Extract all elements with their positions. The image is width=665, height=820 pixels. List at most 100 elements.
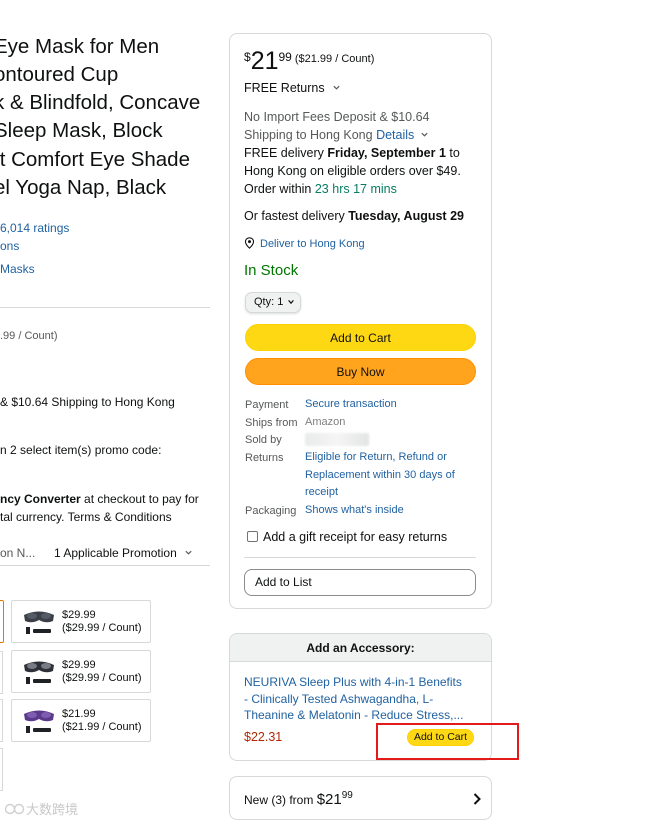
promo-cut-text: on N... [0,546,36,560]
highlight-box [376,723,519,760]
quantity-select[interactable]: Qty: 1 [245,292,301,313]
fastest-delivery-line: Or fastest delivery Tuesday, August 29 [244,207,464,225]
order-within-line: Order within 23 hrs 17 mins [244,180,397,198]
free-returns-link[interactable]: FREE Returns [244,79,341,97]
watermark-text: 大数跨境 [26,802,79,817]
delivery-date: Friday, September 1 [327,146,446,160]
new-offers-text: New (3) from $2199 [244,790,353,808]
buybox-price: $2199 ($21.99 / Count) [244,47,374,75]
ships-from-value: Amazon [305,416,346,428]
variant-option[interactable] [0,651,3,694]
delivery-line: FREE delivery Friday, September 1 to [244,144,460,162]
variant-option[interactable]: $21.99 ($21.99 / Count) [11,699,151,742]
chevron-down-icon [288,300,294,305]
currency-converter-text: ncy Converter at checkout to pay for [0,490,199,508]
shipping-text: & $10.64 Shipping to Hong Kong [0,395,175,409]
delivery-prefix: FREE delivery [244,146,328,160]
ratings-link[interactable]: 6,014 ratings [0,221,69,235]
shipping-line: Shipping to Hong Kong Details [244,126,429,144]
chevron-right-icon[interactable] [472,792,482,806]
sold-by-label: Sold by [245,434,282,446]
returns-label: Returns [245,452,284,464]
chevron-down-icon [185,550,192,555]
import-fees-text: No Import Fees Deposit & $10.64 [244,110,430,124]
details-link[interactable]: Details [376,128,414,142]
divider [244,557,476,558]
answered-questions-link[interactable]: ons [0,239,19,253]
applicable-promotion-label: 1 Applicable Promotion [54,546,177,560]
shipping-to-text: Shipping to Hong Kong [244,128,373,142]
secure-transaction-link[interactable]: Secure transaction [305,396,397,414]
accessory-product-link[interactable]: NEURIVA Sleep Plus with 4-in-1 Benefits … [244,674,463,724]
watermark-logo-icon [4,803,25,815]
accessory-name-line: - Clinically Tested Ashwagandha, L- [244,691,434,706]
currency-converter-rest: at checkout to pay for [80,492,199,506]
eye-mask-image [24,611,54,634]
divider [0,565,210,566]
location-pin-icon [244,237,255,249]
variant-unit-price: ($29.99 / Count) [62,622,142,634]
title-line: Eye Mask for Men [0,35,160,58]
add-to-cart-button[interactable]: Add to Cart [245,324,476,351]
title-line: el Yoga Nap, Black [0,176,167,199]
currency-converter-bold: ncy Converter [0,492,81,506]
divider [0,307,210,308]
price-whole: 21 [250,47,279,75]
title-line: k & Blindfold, Concave [0,91,201,114]
applicable-promotion-link[interactable]: 1 Applicable Promotion [54,544,193,562]
delivery-suffix: to [445,146,460,160]
category-link[interactable]: Masks [0,262,35,276]
eye-mask-image [24,710,54,733]
variant-price-value: $21.99 [62,708,96,720]
gift-receipt-label[interactable]: Add a gift receipt for easy returns [263,528,447,546]
payment-label: Payment [245,399,289,411]
price-fraction: 99 [278,50,292,64]
packaging-link[interactable]: Shows what's inside [305,502,404,520]
deliver-to-label: Deliver to Hong Kong [260,238,365,250]
new-offers-price-fraction: 99 [341,790,353,801]
variant-unit-price: ($29.99 / Count) [62,672,142,684]
price-symbol: $ [244,50,251,64]
variant-option[interactable]: $29.99 ($29.99 / Count) [11,650,151,693]
selected-variant-option[interactable] [0,600,4,643]
unit-price-text: .99 / Count) [0,330,58,342]
returns-policy-link[interactable]: Eligible for Return, Refund or Replaceme… [305,449,455,502]
countdown-text: 23 hrs 17 mins [314,182,397,196]
accessory-heading: Add an Accessory: [230,634,491,662]
variant-option[interactable]: $29.99 ($29.99 / Count) [11,600,151,643]
accessory-price: $22.31 [244,730,283,744]
variant-option[interactable] [0,748,3,791]
variant-price-value: $29.99 [62,609,96,621]
title-line: ontoured Cup [0,63,119,86]
returns-line: Eligible for Return, Refund or [305,451,447,463]
chevron-down-icon [333,85,340,90]
watermark: 大数跨境 [4,799,78,818]
deliver-to-link[interactable]: Deliver to Hong Kong [244,235,365,253]
packaging-label: Packaging [245,505,297,517]
new-offers-prefix: New (3) from [244,793,317,807]
new-offers-price: $21 [316,791,342,808]
variant-price: $29.99 ($29.99 / Count) [62,609,142,635]
title-line: ft Comfort Eye Shade [0,148,190,171]
add-to-list-button[interactable]: Add to List [244,569,476,596]
variant-price: $21.99 ($21.99 / Count) [62,708,142,734]
gift-receipt-checkbox[interactable] [247,531,258,542]
variant-price: $29.99 ($29.99 / Count) [62,659,142,685]
order-within-prefix: Order within [244,182,315,196]
accessory-name-line: Theanine & Melatonin - Reduce Stress,... [244,708,464,722]
fastest-prefix: Or fastest delivery [244,209,349,223]
quantity-label: Qty: 1 [254,296,284,308]
accessory-name-line: NEURIVA Sleep Plus with 4-in-1 Benefits [244,675,462,689]
fastest-date: Tuesday, August 29 [348,209,464,223]
eye-mask-image [24,661,54,684]
returns-line: Replacement within 30 days of [305,468,455,481]
ships-from-label: Ships from [245,417,298,429]
delivery-line-2: Hong Kong on eligible orders over $49. [244,164,461,178]
variant-price-value: $29.99 [62,659,96,671]
buy-now-button[interactable]: Buy Now [245,358,476,385]
variant-option[interactable] [0,699,3,742]
stock-status: In Stock [244,262,299,279]
free-returns-label: FREE Returns [244,81,325,95]
returns-line: receipt [305,486,339,498]
title-line: Sleep Mask, Block [0,119,163,142]
